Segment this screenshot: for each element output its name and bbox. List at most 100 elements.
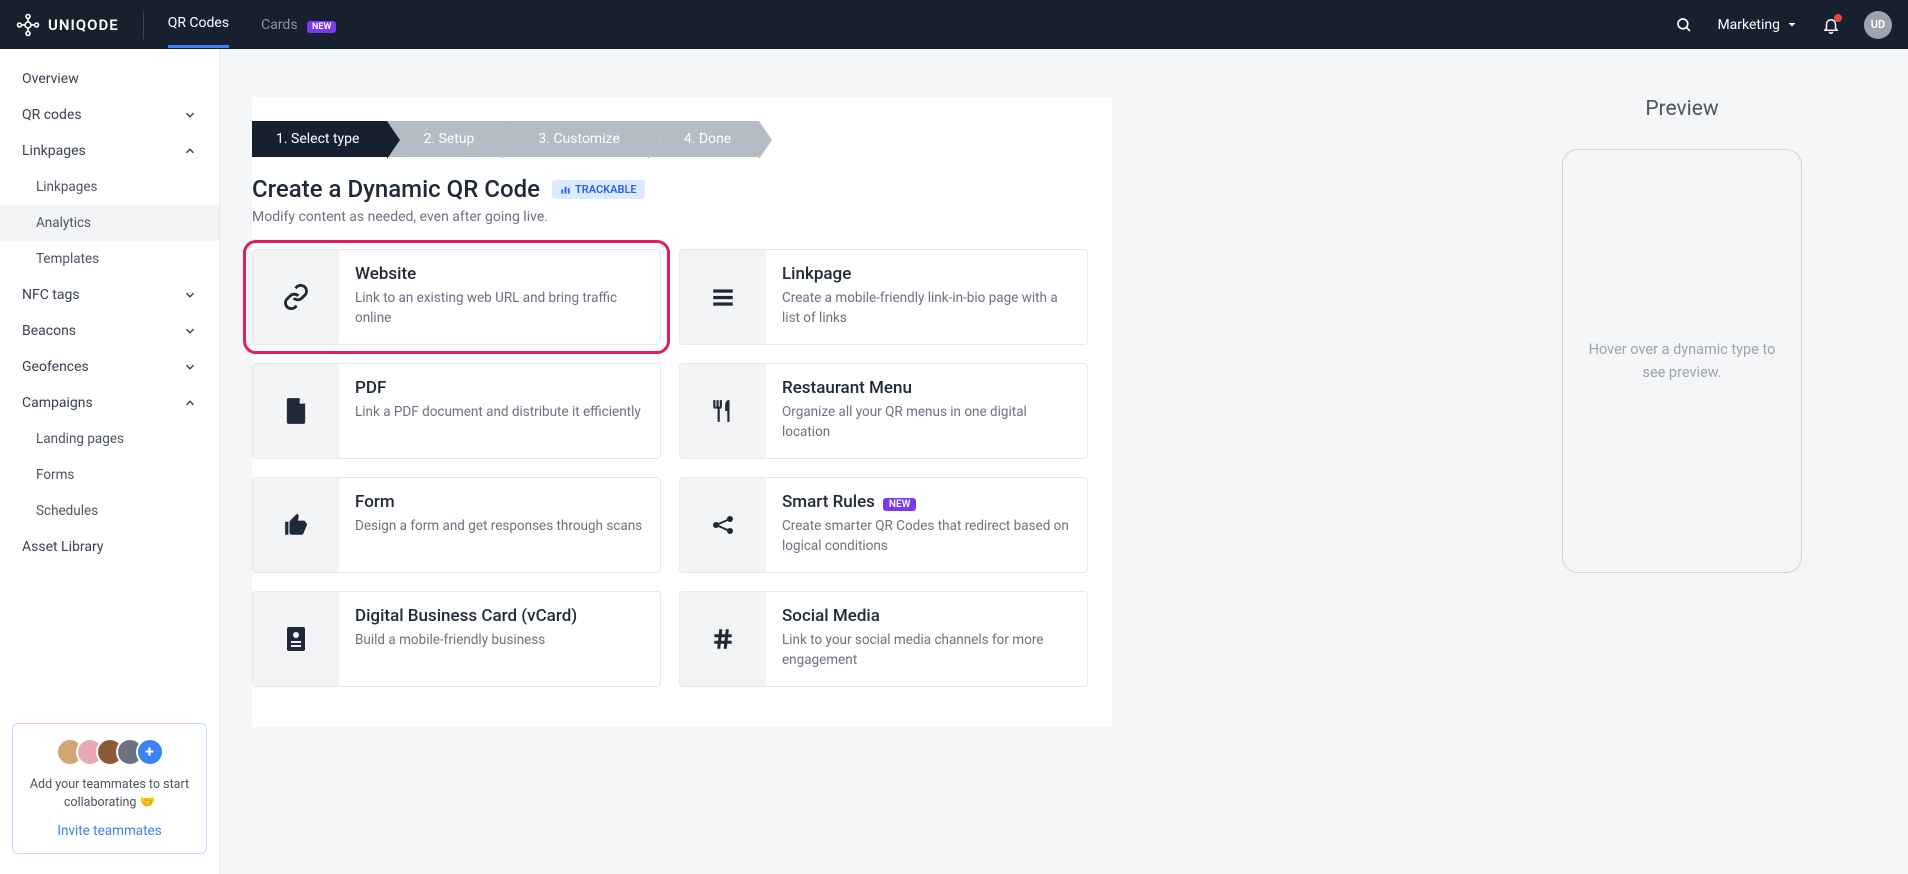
type-social[interactable]: Social Media Link to your social media c… (679, 591, 1088, 687)
sidebar-beacons[interactable]: Beacons (0, 313, 219, 349)
step-label: 3. Customize (538, 131, 619, 147)
sidebar-campaigns[interactable]: Campaigns (0, 385, 219, 421)
notification-dot (1834, 14, 1842, 22)
sidebar-linkpages-templates[interactable]: Templates (0, 241, 219, 277)
type-desc: Create smarter QR Codes that redirect ba… (782, 516, 1071, 557)
team-dropdown[interactable]: Marketing (1717, 17, 1798, 33)
share-icon (680, 478, 766, 572)
sidebar-item-label: Forms (36, 467, 74, 483)
type-body: Restaurant Menu Organize all your QR men… (766, 364, 1087, 458)
sidebar-geofences[interactable]: Geofences (0, 349, 219, 385)
preview-col: Preview Hover over a dynamic type to see… (1488, 49, 1908, 874)
type-smart-rules[interactable]: Smart Rules NEW Create smarter QR Codes … (679, 477, 1088, 573)
chevron-up-icon (183, 396, 197, 410)
sidebar-item-label: Overview (22, 71, 79, 87)
utensils-icon (680, 364, 766, 458)
sidebar-campaigns-schedules[interactable]: Schedules (0, 493, 219, 529)
topnav-qr-codes-label: QR Codes (168, 15, 229, 31)
main: 1. Select type 2. Setup 3. Customize 4. … (220, 49, 1908, 874)
sidebar-asset-library[interactable]: Asset Library (0, 529, 219, 565)
sidebar-item-label: Asset Library (22, 539, 103, 555)
type-desc: Link to an existing web URL and bring tr… (355, 288, 644, 329)
type-desc: Organize all your QR menus in one digita… (782, 402, 1071, 443)
team-name: Marketing (1717, 17, 1780, 33)
hashtag-icon (680, 592, 766, 686)
invite-link[interactable]: Invite teammates (57, 823, 161, 839)
notifications-button[interactable] (1822, 16, 1840, 34)
type-title: Form (355, 492, 644, 512)
sidebar-campaigns-landing[interactable]: Landing pages (0, 421, 219, 457)
type-body: Smart Rules NEW Create smarter QR Codes … (766, 478, 1087, 572)
type-body: Form Design a form and get responses thr… (339, 478, 660, 572)
content-card: 1. Select type 2. Setup 3. Customize 4. … (252, 97, 1112, 727)
sidebar-item-label: Analytics (36, 215, 91, 231)
chevron-down-icon (183, 108, 197, 122)
step-customize[interactable]: 3. Customize (502, 121, 647, 157)
page-title-row: Create a Dynamic QR Code TRACKABLE (252, 175, 1112, 209)
sidebar-item-label: QR codes (22, 107, 82, 123)
type-desc: Link a PDF document and distribute it ef… (355, 402, 644, 422)
new-badge: NEW (307, 21, 336, 33)
new-badge: NEW (883, 498, 917, 511)
type-restaurant[interactable]: Restaurant Menu Organize all your QR men… (679, 363, 1088, 459)
search-icon[interactable] (1675, 16, 1693, 34)
topbar-divider (143, 11, 144, 39)
thumbs-up-icon (253, 478, 339, 572)
content-col: 1. Select type 2. Setup 3. Customize 4. … (220, 49, 1488, 874)
type-body: Linkpage Create a mobile-friendly link-i… (766, 250, 1087, 344)
topnav: QR Codes Cards NEW (168, 1, 337, 48)
avatar[interactable]: UD (1864, 11, 1892, 39)
invite-avatars: + (23, 738, 196, 766)
sidebar-item-label: Schedules (36, 503, 98, 519)
sidebar-nfc-tags[interactable]: NFC tags (0, 277, 219, 313)
type-title: Smart Rules (782, 492, 875, 512)
avatar-initials: UD (1871, 18, 1885, 31)
type-title: Digital Business Card (vCard) (355, 606, 644, 626)
brand-name: UNIQODE (48, 16, 119, 34)
sidebar-item-label: Landing pages (36, 431, 124, 447)
step-label: 4. Done (684, 131, 731, 147)
type-desc: Link to your social media channels for m… (782, 630, 1071, 671)
topnav-cards-label: Cards (261, 17, 297, 33)
invite-text: Add your teammates to start collaboratin… (23, 776, 196, 814)
type-linkpage[interactable]: Linkpage Create a mobile-friendly link-i… (679, 249, 1088, 345)
topnav-qr-codes[interactable]: QR Codes (168, 1, 229, 48)
type-vcard[interactable]: Digital Business Card (vCard) Build a mo… (252, 591, 661, 687)
sidebar-qr-codes[interactable]: QR codes (0, 97, 219, 133)
sidebar: Overview QR codes Linkpages Linkpages An… (0, 49, 220, 874)
type-body: Digital Business Card (vCard) Build a mo… (339, 592, 660, 686)
type-title: Social Media (782, 606, 1071, 626)
invite-card: + Add your teammates to start collaborat… (12, 723, 207, 855)
sidebar-linkpages-linkpages[interactable]: Linkpages (0, 169, 219, 205)
sidebar-item-label: Templates (36, 251, 99, 267)
add-teammate-button[interactable]: + (136, 738, 164, 766)
step-done[interactable]: 4. Done (648, 121, 759, 157)
sidebar-overview[interactable]: Overview (0, 61, 219, 97)
type-body: Website Link to an existing web URL and … (339, 250, 660, 344)
type-body: PDF Link a PDF document and distribute i… (339, 364, 660, 458)
type-form[interactable]: Form Design a form and get responses thr… (252, 477, 661, 573)
type-title: Website (355, 264, 644, 284)
id-card-icon (253, 592, 339, 686)
type-desc: Design a form and get responses through … (355, 516, 644, 536)
type-title: Linkpage (782, 264, 1071, 284)
topnav-cards[interactable]: Cards NEW (261, 3, 336, 47)
sidebar-linkpages-analytics[interactable]: Analytics (0, 205, 219, 241)
type-title: PDF (355, 378, 644, 398)
step-setup[interactable]: 2. Setup (387, 121, 502, 157)
type-pdf[interactable]: PDF Link a PDF document and distribute i… (252, 363, 661, 459)
page-title: Create a Dynamic QR Code (252, 175, 540, 203)
stepper: 1. Select type 2. Setup 3. Customize 4. … (252, 121, 1112, 157)
step-select-type[interactable]: 1. Select type (252, 121, 387, 157)
step-label: 1. Select type (276, 131, 359, 147)
sidebar-linkpages[interactable]: Linkpages (0, 133, 219, 169)
chevron-down-icon (183, 324, 197, 338)
brand-logo[interactable]: UNIQODE (16, 13, 119, 37)
list-icon (680, 250, 766, 344)
chevron-down-icon (1786, 19, 1798, 31)
chevron-down-icon (183, 288, 197, 302)
type-title: Restaurant Menu (782, 378, 1071, 398)
type-website[interactable]: Website Link to an existing web URL and … (252, 249, 661, 345)
sidebar-item-label: Geofences (22, 359, 89, 375)
sidebar-campaigns-forms[interactable]: Forms (0, 457, 219, 493)
